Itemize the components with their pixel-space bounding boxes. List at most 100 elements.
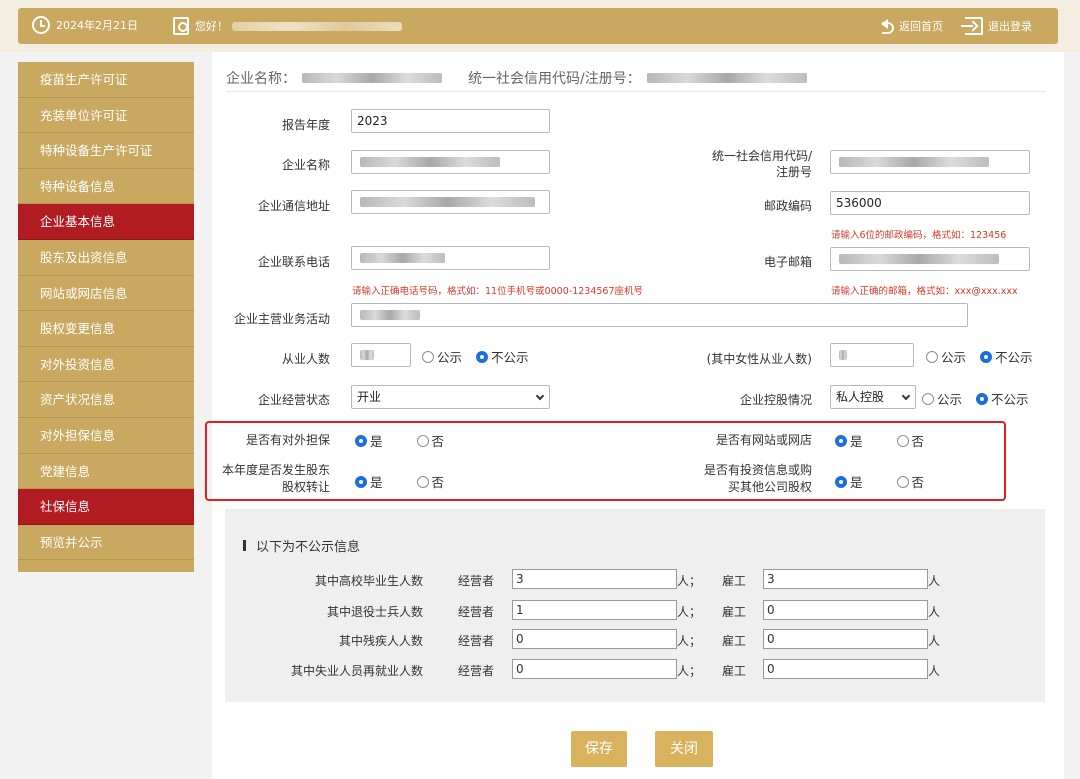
employees-input[interactable] bbox=[351, 343, 411, 367]
save-button[interactable]: 保存 bbox=[571, 731, 627, 767]
unit-label: 人； bbox=[677, 634, 702, 648]
female-employees-input[interactable] bbox=[830, 343, 914, 367]
credit-code-label: 统一社会信用代码/注册号： bbox=[468, 70, 641, 87]
credit-code-label-line1: 统一社会信用代码/ bbox=[711, 149, 812, 163]
employees-label: 从业人数 bbox=[281, 352, 330, 366]
redacted-value bbox=[360, 197, 535, 207]
sidebar-item-investment[interactable]: 对外投资信息 bbox=[18, 347, 194, 383]
private-title-text: 以下为不公示信息 bbox=[256, 540, 361, 555]
employee-count-input[interactable]: 0 bbox=[763, 659, 928, 679]
operator-label: 经营者 bbox=[458, 664, 495, 678]
website-no-option[interactable]: 否 bbox=[896, 431, 924, 450]
radio-icon bbox=[922, 392, 934, 405]
unit-label: 人 bbox=[928, 634, 941, 648]
unit-label: 人； bbox=[677, 574, 702, 588]
female-public-option[interactable]: 公示 bbox=[926, 347, 966, 366]
control-select[interactable]: 私人控股 bbox=[830, 385, 916, 409]
option-label: 公示 bbox=[941, 350, 967, 365]
sidebar-item-party[interactable]: 党建信息 bbox=[18, 454, 194, 490]
control-public-radio: 公示 不公示 bbox=[922, 389, 1029, 408]
option-label: 是 bbox=[850, 475, 863, 490]
operator-count-input[interactable]: 1 bbox=[512, 600, 677, 620]
radio-icon bbox=[422, 350, 434, 363]
website-radio: 是 否 bbox=[835, 431, 938, 450]
address-input[interactable] bbox=[351, 190, 550, 214]
employee-count-input[interactable]: 0 bbox=[763, 600, 928, 620]
sidebar-item-special-equipment-info[interactable]: 特种设备信息 bbox=[18, 169, 194, 205]
employees-public-option[interactable]: 公示 bbox=[422, 347, 462, 366]
operator-count-input[interactable]: 0 bbox=[512, 659, 677, 679]
email-label: 电子邮箱 bbox=[763, 255, 812, 269]
company-name-input[interactable] bbox=[351, 150, 550, 174]
radio-icon bbox=[896, 434, 909, 447]
sidebar-item-social-security[interactable]: 社保信息 bbox=[18, 489, 194, 525]
transfer-yes-option[interactable]: 是 bbox=[355, 472, 383, 491]
sidebar-item-guarantee[interactable]: 对外担保信息 bbox=[18, 418, 194, 454]
business-input[interactable] bbox=[351, 303, 968, 327]
email-input[interactable] bbox=[830, 247, 1030, 271]
phone-input[interactable] bbox=[351, 246, 550, 270]
sidebar-item-preview[interactable]: 预览并公示 bbox=[18, 525, 194, 561]
credit-code-input[interactable] bbox=[830, 150, 1030, 174]
private-row-label: 其中退役士兵人数 bbox=[326, 605, 423, 619]
logout-icon bbox=[961, 17, 983, 35]
postcode-label: 邮政编码 bbox=[763, 199, 812, 213]
redacted-username bbox=[232, 21, 402, 31]
radio-icon bbox=[416, 475, 429, 488]
private-info-title: 以下为不公示信息 bbox=[243, 536, 360, 555]
option-label: 公示 bbox=[937, 392, 963, 407]
sidebar-item-filling-license[interactable]: 充装单位许可证 bbox=[18, 98, 194, 134]
private-row: 其中退役士兵人数 经营者 1 人； 雇工 0 人 bbox=[225, 600, 1045, 622]
sidebar-item-basic-info[interactable]: 企业基本信息 bbox=[18, 204, 194, 240]
transfer-label-line2: 股权转让 bbox=[281, 480, 330, 494]
private-row-label: 其中高校毕业生人数 bbox=[314, 574, 423, 588]
operator-label: 经营者 bbox=[458, 574, 495, 588]
invest-no-option[interactable]: 否 bbox=[896, 472, 924, 491]
operator-label: 经营者 bbox=[458, 605, 495, 619]
guarantee-no-option[interactable]: 否 bbox=[416, 431, 445, 450]
company-name-label: 企业名称： bbox=[226, 70, 296, 87]
guarantee-radio: 是 否 bbox=[355, 431, 458, 450]
control-notpublic-option[interactable]: 不公示 bbox=[976, 389, 1029, 408]
invest-yes-option[interactable]: 是 bbox=[835, 472, 863, 491]
unit-label: 人 bbox=[928, 605, 941, 619]
sidebar-item-special-equipment-license[interactable]: 特种设备生产许可证 bbox=[18, 133, 194, 169]
control-public-option[interactable]: 公示 bbox=[922, 389, 962, 408]
operator-label: 经营者 bbox=[458, 634, 495, 648]
back-arrow-icon bbox=[876, 19, 894, 34]
website-yes-option[interactable]: 是 bbox=[835, 431, 863, 450]
female-notpublic-option[interactable]: 不公示 bbox=[980, 347, 1033, 366]
sidebar-item-equity-change[interactable]: 股权变更信息 bbox=[18, 311, 194, 347]
employee-label: 雇工 bbox=[722, 574, 747, 588]
radio-icon bbox=[896, 475, 909, 488]
sidebar-item-assets[interactable]: 资产状况信息 bbox=[18, 382, 194, 418]
phone-label: 企业联系电话 bbox=[257, 255, 330, 269]
radio-checked-icon bbox=[835, 475, 847, 488]
sidebar-item-vaccine-license[interactable]: 疫苗生产许可证 bbox=[18, 62, 194, 98]
redacted-value bbox=[839, 350, 847, 360]
status-select[interactable]: 开业 bbox=[351, 385, 550, 409]
operator-count-input[interactable]: 0 bbox=[512, 629, 677, 649]
transfer-no-option[interactable]: 否 bbox=[416, 472, 444, 491]
greeting-text: 您好！ bbox=[195, 20, 228, 33]
operator-count-input[interactable]: 3 bbox=[512, 569, 677, 589]
option-label: 否 bbox=[431, 434, 445, 449]
sidebar-item-shareholders[interactable]: 股东及出资信息 bbox=[18, 240, 194, 276]
employee-count-input[interactable]: 3 bbox=[763, 569, 928, 589]
private-row-label: 其中失业人员再就业人数 bbox=[290, 664, 423, 678]
option-label: 不公示 bbox=[995, 350, 1033, 365]
postcode-input[interactable]: 536000 bbox=[830, 191, 1030, 215]
guarantee-yes-option[interactable]: 是 bbox=[355, 431, 383, 450]
sidebar-item-website[interactable]: 网站或网店信息 bbox=[18, 276, 194, 312]
back-home-link[interactable]: 返回首页 bbox=[876, 18, 943, 34]
report-year-input[interactable]: 2023 bbox=[351, 109, 550, 133]
logout-link[interactable]: 退出登录 bbox=[961, 17, 1032, 35]
status-selected-value: 开业 bbox=[357, 390, 382, 404]
invest-label: 是否有投资信息或购 买其他公司股权 bbox=[660, 462, 812, 496]
employee-count-input[interactable]: 0 bbox=[763, 629, 928, 649]
employee-label: 雇工 bbox=[722, 605, 747, 619]
employees-notpublic-option[interactable]: 不公示 bbox=[476, 347, 529, 366]
invest-label-line1: 是否有投资信息或购 bbox=[703, 463, 812, 477]
address-label: 企业通信地址 bbox=[257, 199, 330, 213]
close-button[interactable]: 关闭 bbox=[655, 731, 713, 767]
